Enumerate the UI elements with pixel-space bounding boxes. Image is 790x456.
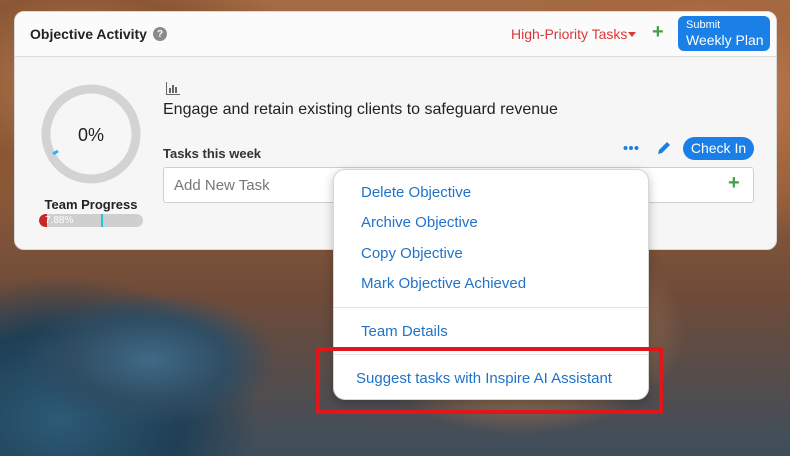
pencil-edit-icon[interactable] — [656, 140, 672, 156]
menu-item-delete-objective[interactable]: Delete Objective — [361, 184, 471, 201]
check-in-button[interactable]: Check In — [683, 137, 754, 160]
add-task-plus-icon[interactable]: + — [728, 172, 740, 195]
menu-item-mark-objective-achieved[interactable]: Mark Objective Achieved — [361, 275, 526, 292]
team-progress-label: Team Progress — [44, 197, 138, 212]
card-header: Objective Activity ? High-Priority Tasks… — [15, 12, 776, 57]
more-options-icon[interactable] — [623, 145, 639, 151]
objective-title: Engage and retain existing clients to sa… — [163, 101, 558, 118]
progress-percent: 0% — [77, 125, 104, 145]
tasks-this-week-label: Tasks this week — [163, 146, 262, 161]
menu-item-archive-objective[interactable]: Archive Objective — [361, 214, 478, 231]
weekly-plan-label: Weekly Plan — [686, 32, 764, 48]
caret-down-icon[interactable] — [628, 32, 636, 37]
menu-divider — [334, 307, 648, 308]
team-progress-value: 7.88% — [45, 215, 74, 226]
high-priority-tasks-dropdown[interactable]: High-Priority Tasks — [511, 26, 627, 42]
menu-item-team-details[interactable]: Team Details — [361, 323, 448, 340]
bar-chart-icon[interactable] — [165, 82, 181, 95]
team-progress-marker — [101, 214, 103, 227]
help-icon[interactable]: ? — [153, 27, 167, 41]
submit-label: Submit — [686, 19, 721, 31]
highlight-annotation-box — [316, 347, 663, 414]
card-title: Objective Activity — [30, 26, 147, 42]
submit-weekly-plan-button[interactable]: Submit Weekly Plan — [678, 16, 770, 51]
menu-item-copy-objective[interactable]: Copy Objective — [361, 245, 463, 262]
team-progress-bar: 7.88% — [39, 214, 143, 227]
add-objective-plus-icon[interactable]: + — [652, 21, 664, 44]
